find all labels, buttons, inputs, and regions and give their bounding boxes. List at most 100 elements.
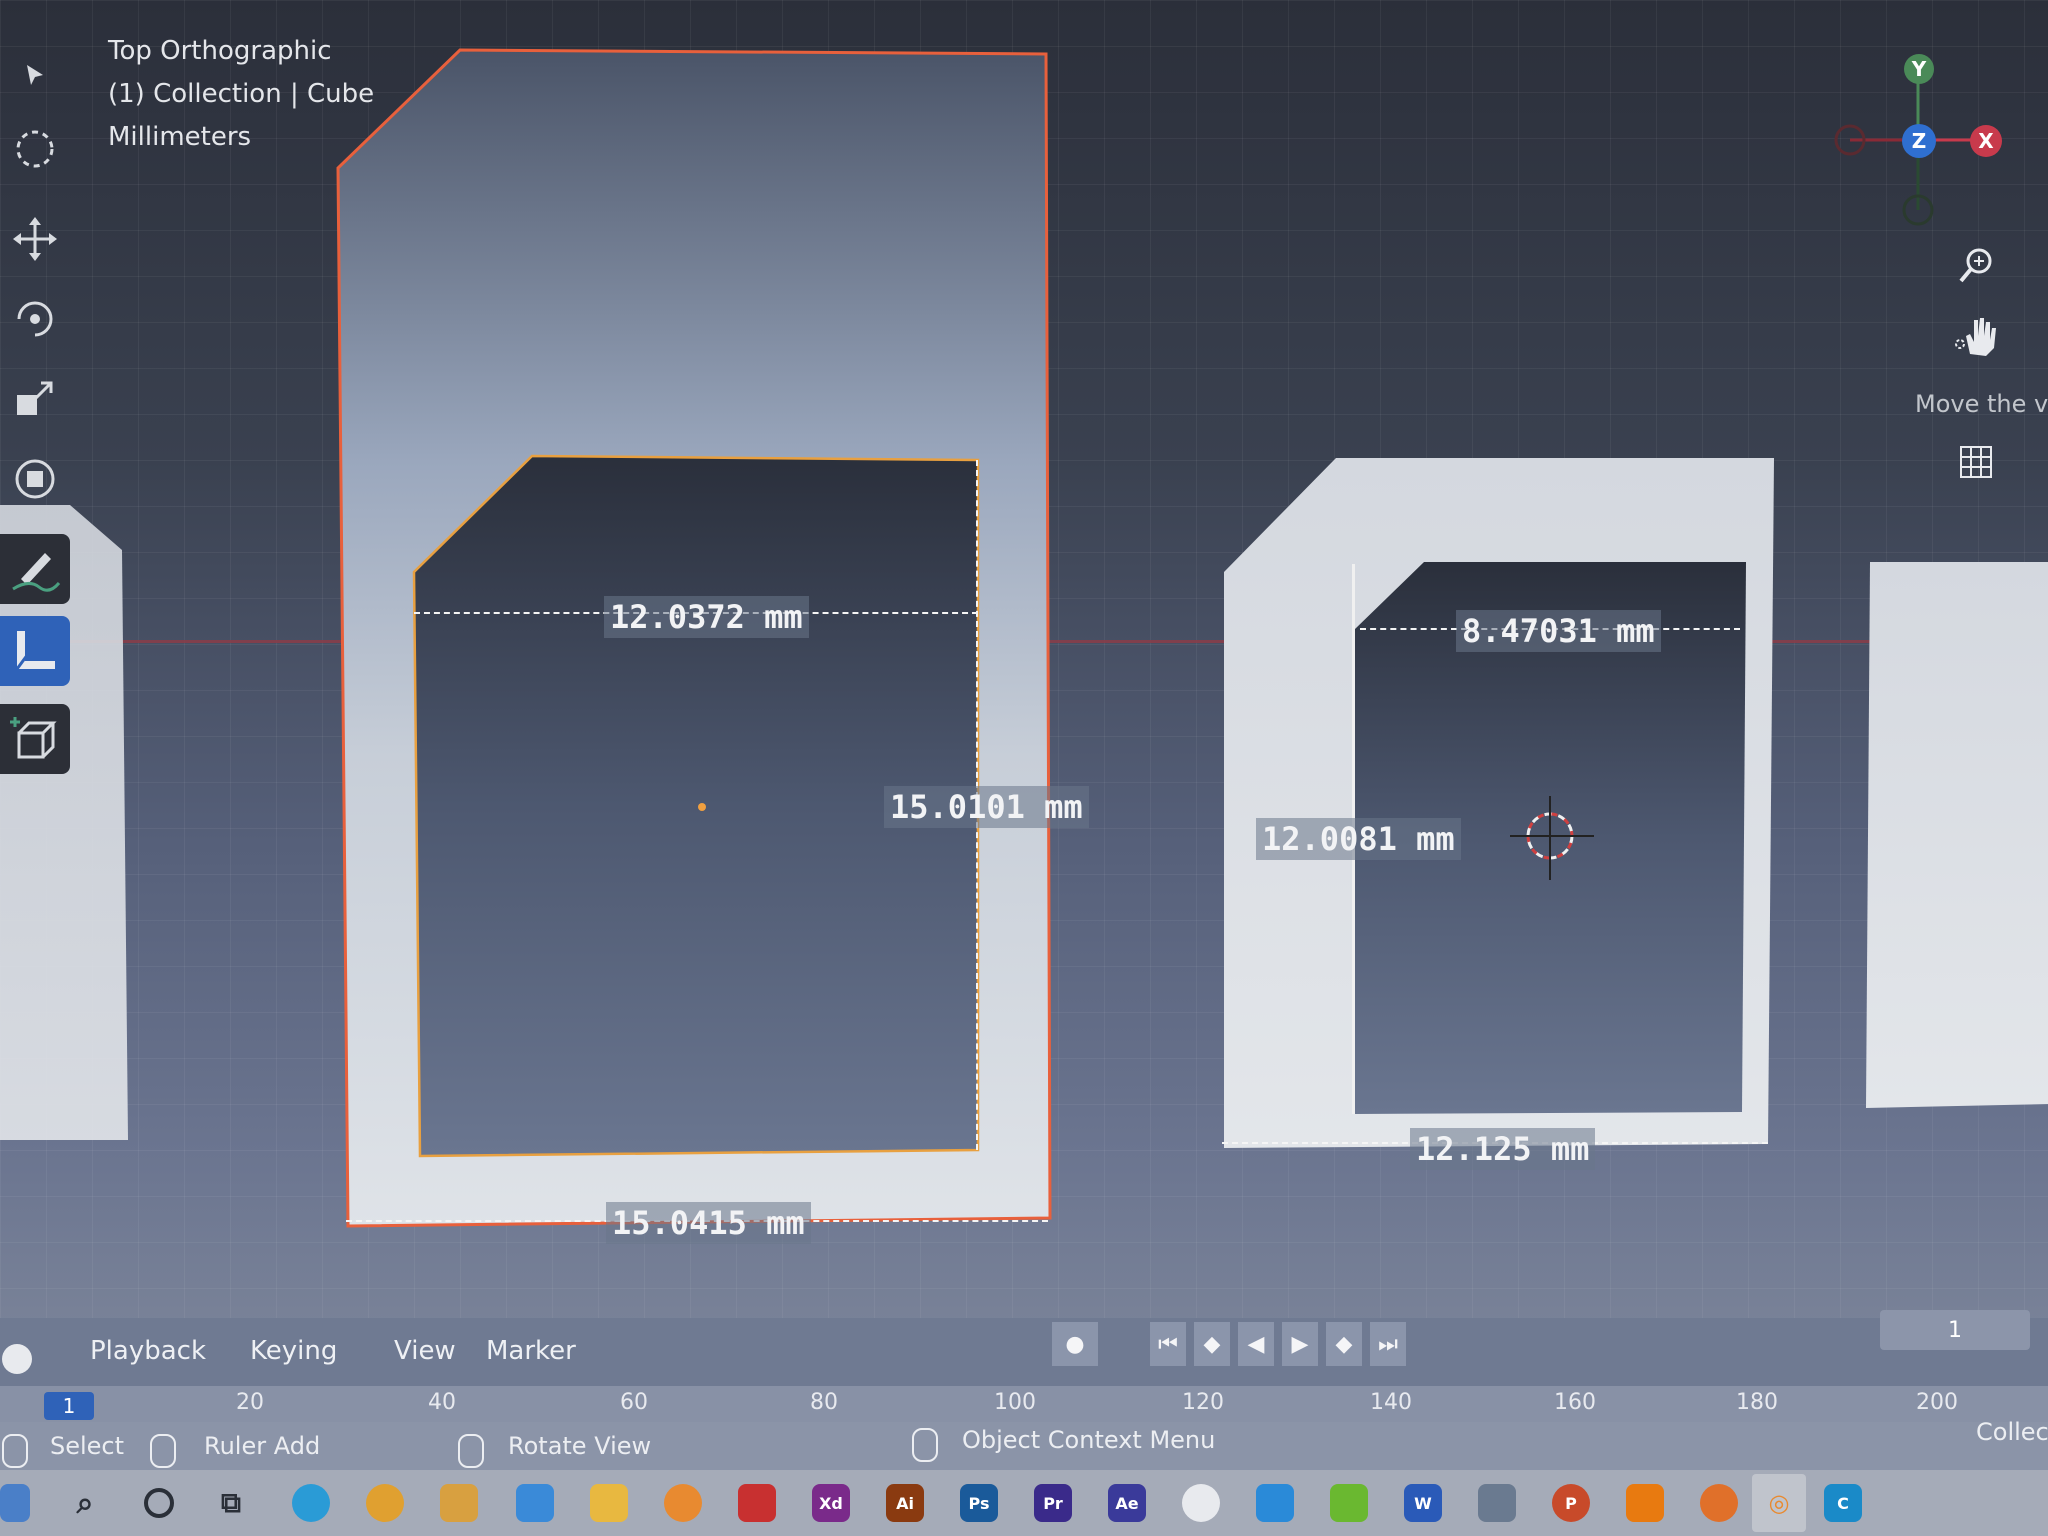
measurement-left-bottom-width: 15.0415 mm xyxy=(606,1202,811,1244)
rotate-tool[interactable] xyxy=(0,284,70,354)
record-dot-icon: ● xyxy=(1065,1331,1085,1357)
units-label: Millimeters xyxy=(108,122,252,152)
second-cube-object xyxy=(1224,458,1774,1148)
blender-taskbar-active[interactable]: ◎ xyxy=(1752,1474,1806,1532)
calculator-icon[interactable] xyxy=(1478,1484,1516,1522)
ruler-tick: 80 xyxy=(810,1390,838,1415)
toggle-camera-view-button[interactable] xyxy=(1956,442,1996,482)
chrome-browser-icon[interactable] xyxy=(366,1484,404,1522)
zoom-button[interactable] xyxy=(1952,240,2002,290)
gizmo-z-axis[interactable]: Z xyxy=(1902,124,1936,158)
measurement-left-inner-height: 15.0101 mm xyxy=(884,786,1089,828)
playhead-frame[interactable]: 1 xyxy=(44,1392,94,1420)
annotate-tool[interactable] xyxy=(0,534,70,604)
measure-ruler-icon xyxy=(15,631,55,670)
play-reverse-button[interactable]: ◀ xyxy=(1238,1322,1274,1366)
adobe-xd-icon[interactable]: Xd xyxy=(812,1484,850,1522)
zoom-magnifier-icon xyxy=(1959,248,1992,283)
after-effects-icon[interactable]: Ae xyxy=(1108,1484,1146,1522)
gizmo-x-axis[interactable]: X xyxy=(1970,125,2002,157)
keying-menu[interactable]: Keying xyxy=(250,1336,337,1366)
middle-mouse-icon xyxy=(458,1434,484,1468)
pan-button[interactable] xyxy=(1946,308,2006,364)
blender-viewport[interactable]: { "viewport": { "view_name": "Top Orthog… xyxy=(0,0,2048,1536)
status-ruler-add: Ruler Add xyxy=(204,1432,321,1460)
vscode-icon[interactable] xyxy=(1256,1484,1294,1522)
blender-icon[interactable] xyxy=(664,1484,702,1522)
select-circle-tool[interactable] xyxy=(0,114,70,184)
measurement-right-inner-width: 8.47031 mm xyxy=(1456,610,1661,652)
measurement-left-inner-width: 12.0372 mm xyxy=(604,596,809,638)
status-rotate-view: Rotate View xyxy=(508,1432,652,1460)
jump-start-icon: ⏮ xyxy=(1158,1331,1178,1357)
prev-keyframe-button[interactable]: ◆ xyxy=(1194,1322,1230,1366)
app-circle-icon[interactable] xyxy=(1182,1484,1220,1522)
jump-end-icon: ⏭ xyxy=(1378,1331,1398,1357)
gizmo-y-axis[interactable]: Y xyxy=(1904,54,1934,84)
rotate-icon xyxy=(17,301,53,337)
scale-icon xyxy=(17,381,53,415)
view-menu[interactable]: View xyxy=(394,1336,456,1366)
store-icon[interactable] xyxy=(440,1484,478,1522)
mail-icon[interactable] xyxy=(516,1484,554,1522)
vlc-icon[interactable] xyxy=(1626,1484,1664,1522)
blender-active-icon: ◎ xyxy=(1768,1489,1790,1517)
ruler-tick: 40 xyxy=(428,1390,456,1415)
jump-end-button[interactable]: ⏭ xyxy=(1370,1322,1406,1366)
cursor-tool[interactable] xyxy=(0,40,70,110)
jump-start-button[interactable]: ⏮ xyxy=(1150,1322,1186,1366)
editor-type-clock-icon[interactable] xyxy=(2,1344,32,1374)
ruler-tick: 140 xyxy=(1370,1390,1412,1415)
measure-tool[interactable] xyxy=(0,616,70,686)
tool-shelf xyxy=(0,40,74,800)
transform-tool[interactable] xyxy=(0,444,70,514)
ruler-tick: 200 xyxy=(1916,1390,1958,1415)
photoshop-icon[interactable]: Ps xyxy=(960,1484,998,1522)
task-view-icon[interactable]: ⧉ xyxy=(212,1484,250,1522)
right-mouse-icon xyxy=(912,1428,938,1462)
search-icon[interactable]: ⌕ xyxy=(66,1484,104,1522)
cortana-icon[interactable] xyxy=(140,1484,178,1522)
hand-pan-icon xyxy=(1955,318,1996,356)
record-button[interactable]: ● xyxy=(1052,1322,1098,1366)
navigation-tooltip: Move the vi xyxy=(1915,390,2048,418)
illustrator-icon[interactable]: Ai xyxy=(886,1484,924,1522)
prev-keyframe-icon: ◆ xyxy=(1203,1331,1221,1357)
select-circle-icon xyxy=(16,130,54,168)
status-collection: Collect xyxy=(1976,1418,2048,1446)
add-cube-tool[interactable] xyxy=(0,704,70,774)
ruler-tick: 20 xyxy=(236,1390,264,1415)
green-app-icon[interactable] xyxy=(1330,1484,1368,1522)
cursor-arrow-icon xyxy=(27,65,43,85)
word-icon[interactable]: W xyxy=(1404,1484,1442,1522)
premiere-icon[interactable]: Pr xyxy=(1034,1484,1072,1522)
move-arrows-icon xyxy=(13,217,57,261)
file-explorer-icon[interactable] xyxy=(590,1484,628,1522)
acrobat-icon[interactable] xyxy=(738,1484,776,1522)
grid-view-icon xyxy=(1960,446,1992,478)
next-keyframe-button[interactable]: ◆ xyxy=(1326,1322,1362,1366)
annotate-pencil-icon xyxy=(12,553,61,592)
edge-browser-icon[interactable] xyxy=(292,1484,330,1522)
scene-objects xyxy=(0,48,2048,1228)
right-partial-object xyxy=(1866,562,2048,1108)
play-button[interactable]: ▶ xyxy=(1282,1322,1318,1366)
measurement-right-inner-height: 12.0081 mm xyxy=(1256,818,1461,860)
powerpoint-icon[interactable]: P xyxy=(1552,1484,1590,1522)
cura-icon[interactable]: C xyxy=(1824,1484,1862,1522)
selected-cube-object xyxy=(336,48,1052,1228)
current-frame-field[interactable]: 1 xyxy=(1880,1310,2030,1350)
scale-tool[interactable] xyxy=(0,364,70,434)
collection-label: (1) Collection | Cube xyxy=(108,79,375,109)
play-reverse-icon: ◀ xyxy=(1247,1331,1265,1357)
view-name: Top Orthographic xyxy=(108,36,332,66)
transform-icon xyxy=(15,459,55,499)
move-tool[interactable] xyxy=(0,204,70,274)
orange-app-icon[interactable] xyxy=(1700,1484,1738,1522)
next-keyframe-icon: ◆ xyxy=(1335,1331,1353,1357)
windows-start-icon[interactable] xyxy=(0,1484,30,1522)
ruler-tick: 60 xyxy=(620,1390,648,1415)
marker-menu[interactable]: Marker xyxy=(486,1336,576,1366)
ruler-tick: 100 xyxy=(994,1390,1036,1415)
playback-menu[interactable]: Playback xyxy=(90,1336,206,1366)
